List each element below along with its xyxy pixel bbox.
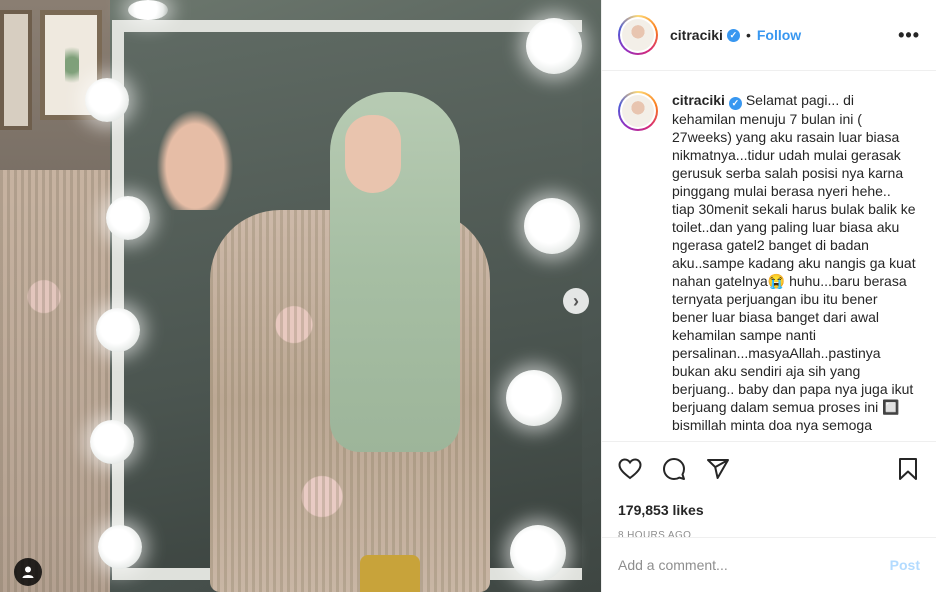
comment-input[interactable] (618, 557, 890, 573)
post-comment-button[interactable]: Post (890, 557, 920, 573)
heart-icon[interactable] (616, 455, 644, 483)
caption: citraciki ✓ Selamat pagi... di kehamilan … (672, 91, 917, 441)
post-image[interactable]: › (0, 0, 601, 592)
verified-badge-icon: ✓ (728, 96, 742, 110)
vanity-bulb (106, 196, 150, 240)
face (345, 115, 401, 193)
vanity-bulb (524, 198, 580, 254)
add-comment-bar: Post (602, 537, 936, 592)
avatar[interactable] (618, 15, 658, 55)
mirror-reflection (0, 170, 110, 592)
hand (150, 100, 240, 210)
follow-button[interactable]: Follow (757, 27, 801, 43)
vanity-bulb (90, 420, 134, 464)
more-options-icon[interactable]: ••• (898, 25, 920, 46)
share-icon[interactable] (704, 455, 732, 483)
caption-avatar[interactable] (618, 91, 658, 131)
caption-username-link[interactable]: citraciki (672, 92, 725, 108)
verified-badge-icon: ✓ (726, 28, 740, 42)
post-header: citraciki ✓ • Follow ••• (602, 0, 936, 71)
bag (360, 555, 420, 592)
bookmark-icon[interactable] (894, 455, 922, 483)
vanity-bulb (85, 78, 129, 122)
vanity-bulb (96, 308, 140, 352)
action-bar (602, 441, 936, 496)
vanity-bulb (98, 525, 142, 569)
caption-text: Selamat pagi... di kehamilan menuju 7 bu… (672, 92, 916, 433)
comments-section[interactable]: citraciki ✓ Selamat pagi... di kehamilan … (602, 71, 936, 441)
vanity-bulb (506, 370, 562, 426)
user-tag-icon[interactable] (14, 558, 42, 586)
vanity-bulb (128, 0, 168, 20)
wall-frame (0, 10, 32, 130)
vanity-bulb (526, 18, 582, 74)
chevron-right-icon[interactable]: › (563, 288, 589, 314)
username-link[interactable]: citraciki (670, 27, 723, 43)
vanity-bulb (510, 525, 566, 581)
likes-count[interactable]: 179,853 likes (602, 500, 936, 520)
post-side-panel: citraciki ✓ • Follow ••• citraciki ✓ Sela… (601, 0, 936, 592)
separator-dot: • (745, 27, 751, 43)
comment-icon[interactable] (660, 455, 688, 483)
